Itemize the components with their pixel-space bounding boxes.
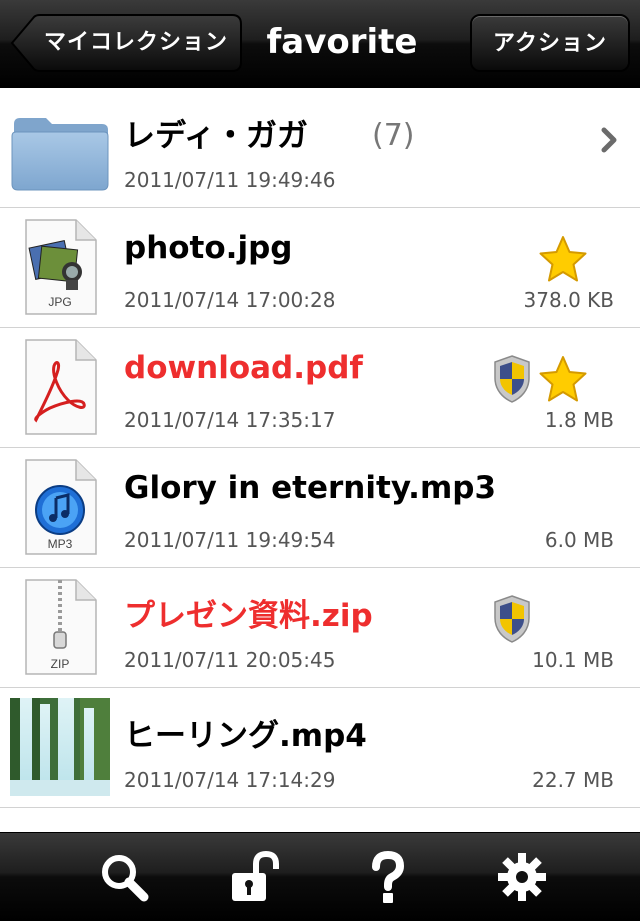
list-item-mp3[interactable]: MP3 Glory in eternity.mp3 2011/07/11 19:… <box>0 448 640 568</box>
list-item-pdf[interactable]: download.pdf 2011/07/14 17:35:17 1.8 MB <box>0 328 640 448</box>
shield-icon <box>494 595 530 643</box>
item-date: 2011/07/11 19:49:46 <box>124 168 336 192</box>
list-item-photo[interactable]: JPG photo.jpg 2011/07/14 17:00:28 378.0 … <box>0 208 640 328</box>
item-date: 2011/07/11 20:05:45 <box>124 648 336 672</box>
mp3-icon-label: MP3 <box>48 537 73 551</box>
list-item-zip[interactable]: ZIP プレゼン資料.zip 2011/07/11 20:05:45 10.1 … <box>0 568 640 688</box>
unlock-icon[interactable] <box>226 849 282 905</box>
star-icon[interactable] <box>537 354 589 406</box>
help-icon[interactable] <box>360 849 416 905</box>
item-date: 2011/07/11 19:49:54 <box>124 528 336 552</box>
list-item-folder[interactable]: レディ・ガガ (7) 2011/07/11 19:49:46 <box>0 88 640 208</box>
shield-icon <box>494 355 530 403</box>
item-name: Glory in eternity.mp3 <box>124 470 497 506</box>
item-name: photo.jpg <box>124 230 293 266</box>
navigation-bar: マイコレクション favorite アクション <box>0 0 640 89</box>
item-name: プレゼン資料.zip <box>124 598 373 634</box>
item-count: (7) <box>372 118 415 153</box>
list-item-mp4[interactable]: ヒーリング.mp4 2011/07/14 17:14:29 22.7 MB <box>0 688 640 808</box>
mp3-file-icon: MP3 <box>25 459 97 555</box>
item-name: download.pdf <box>124 350 363 386</box>
jpg-file-icon: JPG <box>25 219 97 315</box>
jpg-icon-label: JPG <box>48 295 71 309</box>
item-size: 22.7 MB <box>532 768 614 792</box>
item-date: 2011/07/14 17:14:29 <box>124 768 336 792</box>
gear-icon[interactable] <box>494 849 550 905</box>
star-icon[interactable] <box>537 234 589 286</box>
item-date: 2011/07/14 17:35:17 <box>124 408 336 432</box>
item-date: 2011/07/14 17:00:28 <box>124 288 336 312</box>
chevron-right-icon <box>601 127 617 153</box>
file-list: レディ・ガガ (7) 2011/07/11 19:49:46 JPG photo… <box>0 88 640 808</box>
bottom-toolbar <box>0 832 640 921</box>
zip-file-icon: ZIP <box>25 579 97 675</box>
zip-icon-label: ZIP <box>51 657 70 671</box>
back-button[interactable]: マイコレクション <box>10 14 242 72</box>
item-size: 6.0 MB <box>544 528 614 552</box>
item-name: レディ・ガガ <box>124 118 308 154</box>
back-button-label: マイコレクション <box>43 30 228 55</box>
item-size: 1.8 MB <box>544 408 614 432</box>
action-button[interactable]: アクション <box>470 14 630 72</box>
item-name: ヒーリング.mp4 <box>124 718 367 754</box>
pdf-file-icon <box>25 339 97 435</box>
search-icon[interactable] <box>96 849 152 905</box>
video-thumbnail <box>10 698 110 796</box>
item-size: 378.0 KB <box>523 288 614 312</box>
folder-icon <box>11 118 109 191</box>
page-title: favorite <box>266 22 418 62</box>
item-size: 10.1 MB <box>532 648 614 672</box>
